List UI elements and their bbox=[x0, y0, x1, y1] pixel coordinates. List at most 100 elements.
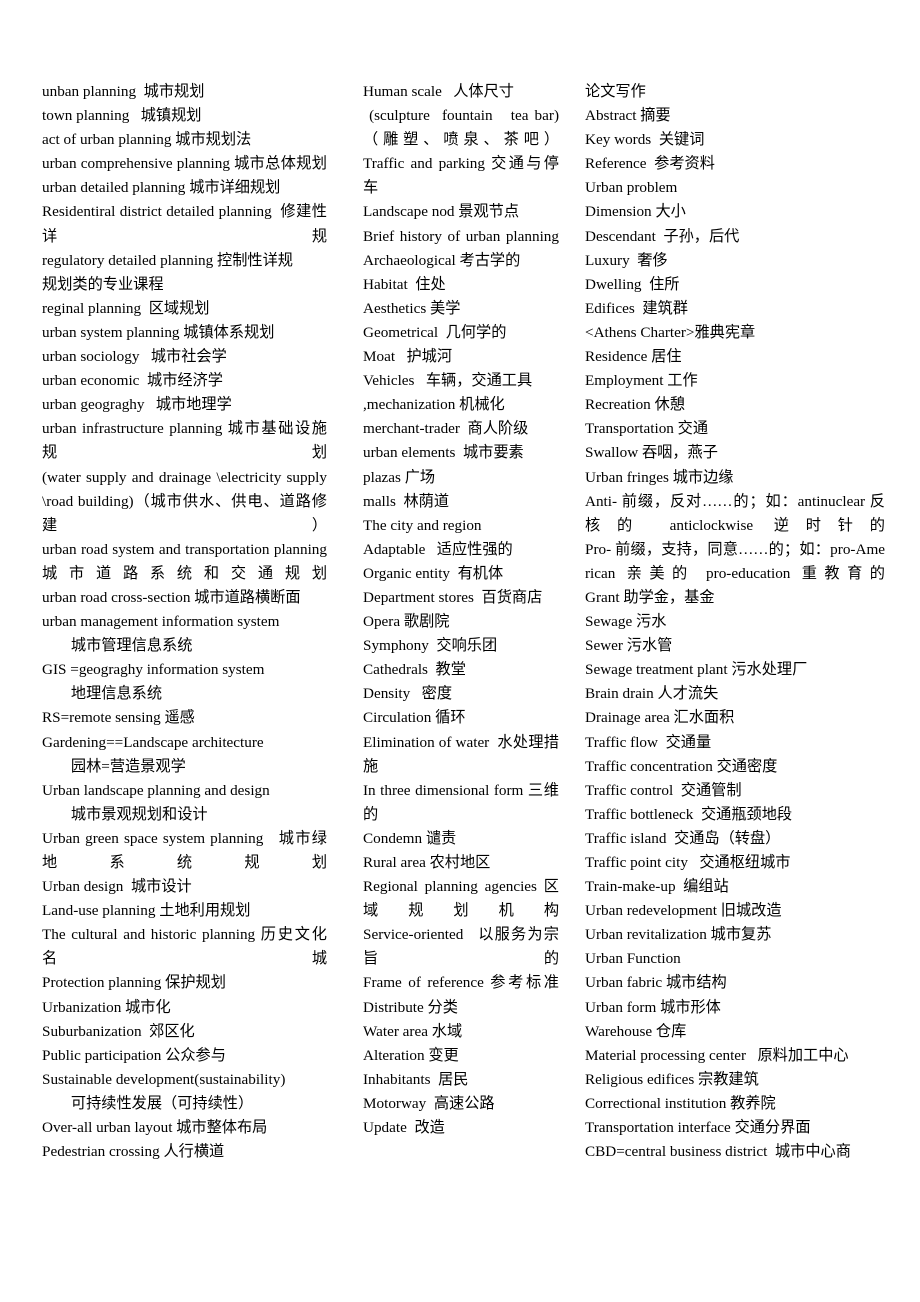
document-page: unban planning 城市规划 town planning 城镇规划 act… bbox=[0, 0, 920, 1302]
glossary-entry: urban sociology 城市社会学 bbox=[42, 348, 227, 366]
glossary-entry: Symphony 交响乐团 bbox=[363, 637, 498, 655]
glossary-entry: Aesthetics 美学 bbox=[363, 299, 461, 317]
glossary-entry: Geometrical 几何学的 bbox=[363, 323, 507, 341]
glossary-entry: Traffic point city 交通枢纽城市 bbox=[585, 854, 791, 871]
glossary-column-2: Human scale 人体尺寸 (sculpture fountain tea… bbox=[363, 80, 559, 1140]
glossary-entry: urban road system and transportation pla… bbox=[42, 540, 331, 582]
glossary-entry: regulatory detailed planning 控制性详规 bbox=[42, 251, 293, 269]
glossary-entry: Traffic bottleneck 交通瓶颈地段 bbox=[585, 805, 793, 823]
glossary-entry: urban infrastructure planning 城市基础设施规划 bbox=[42, 420, 327, 462]
glossary-entry: Drainage area 汇水面积 bbox=[585, 709, 735, 727]
glossary-entry: Urbanization 城市化 bbox=[42, 998, 171, 1016]
glossary-entry: Condemn 谴责 bbox=[363, 829, 457, 847]
glossary-entry: Update 改造 bbox=[363, 1119, 445, 1137]
glossary-entry: Urban design 城市设计 bbox=[42, 878, 192, 896]
glossary-entry: Reference 参考资料 bbox=[585, 155, 715, 173]
glossary-entry: Urban form 城市形体 bbox=[585, 998, 721, 1016]
glossary-entry: Adaptable 适应性强的 bbox=[363, 540, 513, 558]
glossary-entry: urban economic 城市经济学 bbox=[42, 372, 223, 390]
glossary-entry: Human scale 人体尺寸 bbox=[363, 83, 514, 100]
glossary-entry: Descendant 子孙，后代 bbox=[585, 227, 740, 245]
glossary-entry: Urban revitalization 城市复苏 bbox=[585, 926, 772, 944]
glossary-entry: Moat 护城河 bbox=[363, 348, 453, 366]
glossary-entry: Dwelling 住所 bbox=[585, 275, 680, 293]
glossary-entry: Correctional institution 教养院 bbox=[585, 1094, 776, 1112]
glossary-entry: Anti- 前缀，反对……的；如：antinuclear 反核的 anticlo… bbox=[585, 492, 885, 534]
glossary-entry: Traffic control 交通管制 bbox=[585, 781, 742, 799]
glossary-entry: Urban green space system planning 城市绿地系统… bbox=[42, 829, 327, 871]
glossary-entry: unban planning 城市规划 bbox=[42, 83, 205, 100]
glossary-entry: Density 密度 bbox=[363, 685, 453, 703]
glossary-entry: The city and region bbox=[363, 516, 482, 534]
glossary-entry: Recreation 休憩 bbox=[585, 396, 685, 414]
glossary-entry: Transportation interface 交通分界面 bbox=[585, 1119, 811, 1137]
glossary-entry: urban elements 城市要素 bbox=[363, 444, 524, 462]
glossary-entry: 地理信息系统 bbox=[70, 685, 162, 703]
glossary-entry: 规划类的专业课程 bbox=[42, 275, 164, 293]
glossary-entry: Over-all urban layout 城市整体布局 bbox=[42, 1119, 268, 1137]
glossary-entry: CBD=central business district 城市中心商 bbox=[585, 1143, 851, 1161]
glossary-entry: Sewer 污水管 bbox=[585, 637, 673, 655]
glossary-entry: The cultural and historic planning 历史文化名… bbox=[42, 926, 327, 968]
glossary-entry: (sculpture fountain tea bar)（雕塑、喷泉、茶吧） bbox=[363, 107, 559, 149]
glossary-column-1: unban planning 城市规划 town planning 城镇规划 act… bbox=[42, 80, 327, 1164]
glossary-entry: 城市景观规划和设计 bbox=[70, 805, 208, 823]
glossary-entry: Urban fringes 城市边缘 bbox=[585, 468, 734, 486]
glossary-entry: Organic entity 有机体 bbox=[363, 564, 504, 582]
glossary-entry: In three dimensional form 三维的 bbox=[363, 781, 559, 823]
glossary-entry: Regional planning agencies 区域规划机构 bbox=[363, 878, 559, 920]
glossary-entry: Warehouse 仓库 bbox=[585, 1022, 687, 1040]
glossary-entry: plazas 广场 bbox=[363, 468, 436, 486]
glossary-entry: Sewage treatment plant 污水处理厂 bbox=[585, 661, 808, 679]
glossary-entry: Traffic and parking 交通与停车 bbox=[363, 155, 559, 197]
glossary-entry: Swallow 吞咽，燕子 bbox=[585, 444, 718, 462]
glossary-entry: Sewage 污水 bbox=[585, 613, 667, 631]
glossary-entry: Vehicles 车辆，交通工具 bbox=[363, 372, 533, 390]
glossary-entry: Urban Function bbox=[585, 950, 681, 968]
glossary-entry: Alteration 变更 bbox=[363, 1046, 459, 1064]
glossary-entry: Circulation 循环 bbox=[363, 709, 466, 727]
glossary-entry: urban road cross-section 城市道路横断面 bbox=[42, 588, 301, 606]
glossary-entry: 可持续性发展（可持续性） bbox=[70, 1094, 254, 1112]
glossary-entry: RS=remote sensing 遥感 bbox=[42, 709, 195, 727]
glossary-entry: Sustainable development(sustainability) bbox=[42, 1070, 286, 1088]
glossary-entry: Water area 水域 bbox=[363, 1022, 463, 1040]
glossary-entry: reginal planning 区域规划 bbox=[42, 299, 210, 317]
glossary-entry: Archaeological 考古学的 bbox=[363, 251, 521, 269]
glossary-entry: Inhabitants 居民 bbox=[363, 1070, 469, 1088]
glossary-entry: Habitat 住处 bbox=[363, 275, 446, 293]
glossary-entry: Elimination of water 水处理措施 bbox=[363, 733, 559, 775]
glossary-entry: Brain drain 人才流失 bbox=[585, 685, 719, 703]
glossary-entry: Material processing center 原料加工中心 bbox=[585, 1046, 849, 1064]
glossary-entry: Pedestrian crossing 人行横道 bbox=[42, 1143, 225, 1161]
glossary-entry: Opera 歌剧院 bbox=[363, 613, 450, 631]
glossary-entry: act of urban planning 城市规划法 bbox=[42, 131, 252, 149]
glossary-entry: Grant 助学金，基金 bbox=[585, 588, 715, 606]
glossary-entry: Motorway 高速公路 bbox=[363, 1094, 495, 1112]
glossary-entry: (water supply and drainage \electricity … bbox=[42, 468, 327, 534]
glossary-entry: Cathedrals 教堂 bbox=[363, 661, 466, 679]
glossary-entry: town planning 城镇规划 bbox=[42, 107, 202, 125]
glossary-entry: Pro- 前缀，支持，同意……的；如：pro-American 亲美的 pro-… bbox=[585, 540, 885, 582]
glossary-entry: urban detailed planning 城市详细规划 bbox=[42, 179, 281, 197]
glossary-entry: Suburbanization 郊区化 bbox=[42, 1022, 195, 1040]
glossary-entry: 论文写作 bbox=[585, 83, 646, 100]
glossary-entry: Gardening==Landscape architecture bbox=[42, 733, 264, 751]
glossary-entry: malls 林荫道 bbox=[363, 492, 450, 510]
glossary-entry: urban system planning 城镇体系规划 bbox=[42, 323, 275, 341]
glossary-entry: 园林=营造景观学 bbox=[70, 757, 186, 775]
glossary-column-3: 论文写作 Abstract 摘要 Key words 关键词 Reference 参考… bbox=[585, 80, 885, 1164]
glossary-entry: Public participation 公众参与 bbox=[42, 1046, 226, 1064]
glossary-entry: Urban redevelopment 旧城改造 bbox=[585, 902, 782, 920]
glossary-entry: Abstract 摘要 bbox=[585, 107, 671, 125]
glossary-entry: Department stores 百货商店 bbox=[363, 588, 543, 606]
glossary-entry: Rural area 农村地区 bbox=[363, 854, 491, 871]
glossary-entry: merchant-trader 商人阶级 bbox=[363, 420, 529, 438]
glossary-entry: Urban problem bbox=[585, 179, 678, 197]
glossary-entry: Luxury 奢侈 bbox=[585, 251, 668, 269]
glossary-entry: Distribute 分类 bbox=[363, 998, 458, 1016]
glossary-entry: ,mechanization 机械化 bbox=[363, 396, 505, 414]
glossary-columns: unban planning 城市规划 town planning 城镇规划 act… bbox=[42, 80, 890, 1164]
glossary-entry: Employment 工作 bbox=[585, 372, 698, 390]
glossary-entry: Urban fabric 城市结构 bbox=[585, 974, 727, 992]
